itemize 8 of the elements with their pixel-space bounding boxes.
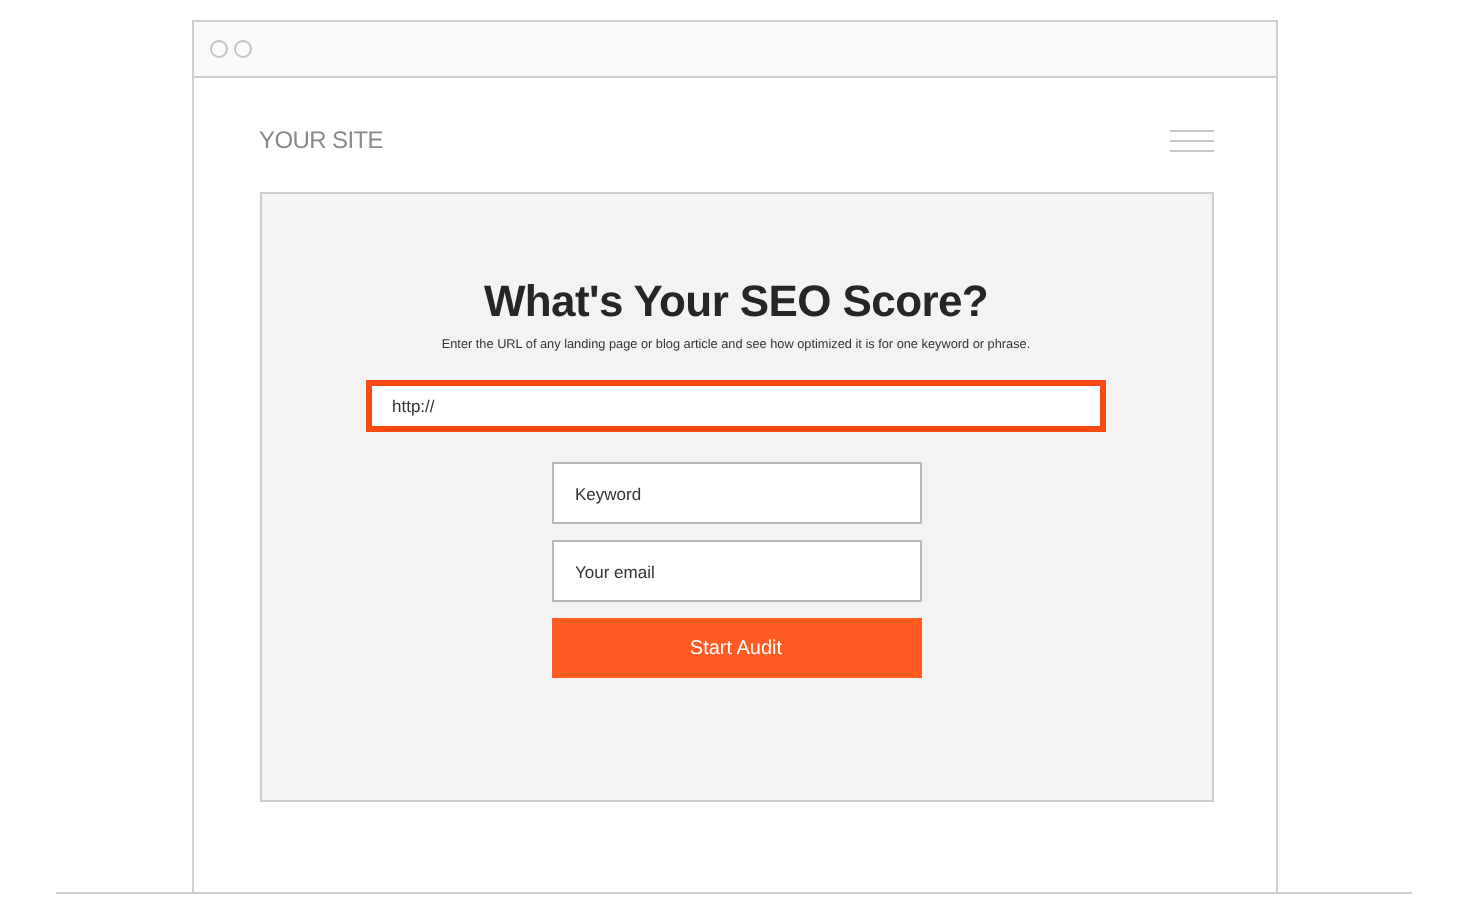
window-dot-icon (209, 40, 227, 58)
input-field[interactable]: Your email (551, 540, 921, 602)
form-title: What's Your SEO Score? (483, 276, 989, 328)
site-logo: YOUR SITE (259, 126, 383, 154)
input-field[interactable]: Keyword (551, 462, 921, 524)
window-dot-icon (233, 40, 251, 58)
url-field[interactable]: http:// (366, 380, 1106, 432)
menu-icon[interactable] (1169, 129, 1213, 151)
